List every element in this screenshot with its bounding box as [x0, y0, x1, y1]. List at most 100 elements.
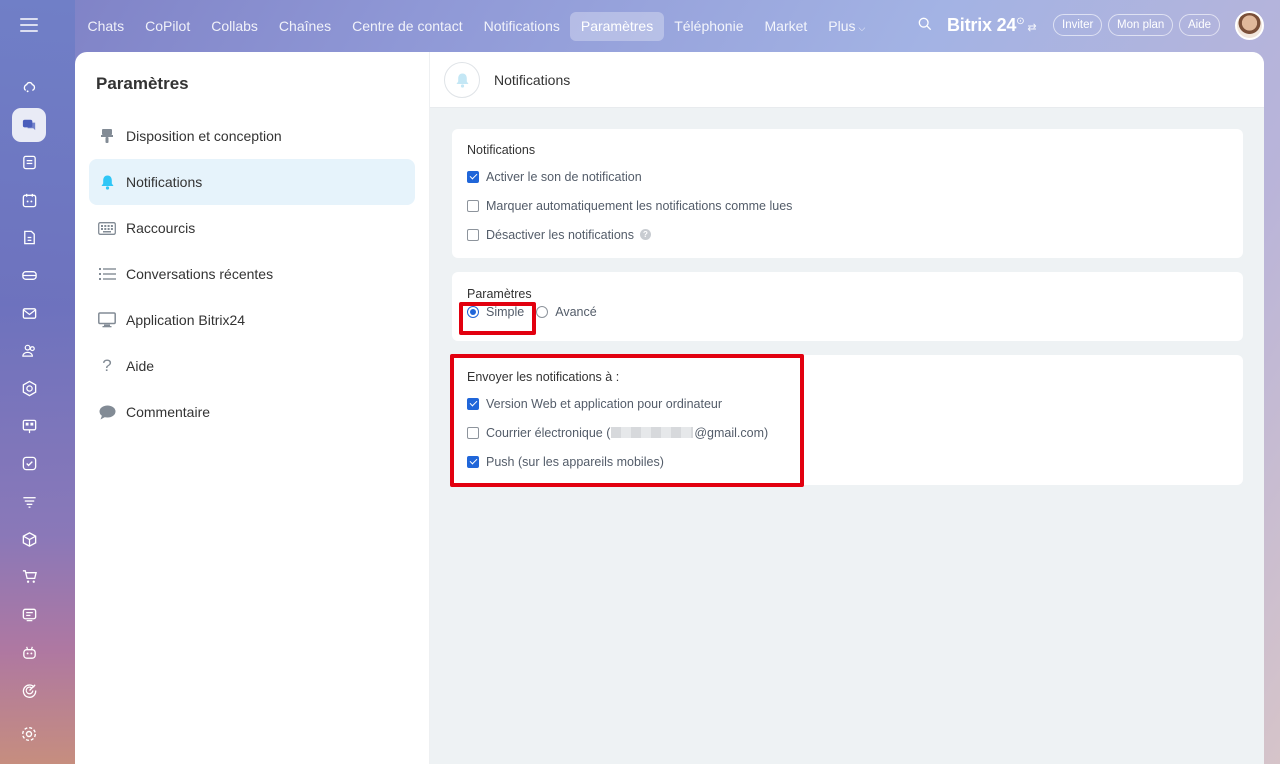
sound-option[interactable]: Activer le son de notification — [467, 162, 1243, 191]
mail-icon[interactable] — [12, 296, 46, 330]
goals-icon[interactable] — [12, 673, 46, 707]
web-label: Version Web et application pour ordinate… — [486, 396, 723, 411]
top-bar: Chats CoPilot Collabs Chaînes Centre de … — [0, 0, 1280, 52]
invite-button[interactable]: Inviter — [1053, 14, 1103, 36]
plan-button[interactable]: Mon plan — [1108, 14, 1174, 36]
nav-notifications[interactable]: Notifications — [473, 12, 570, 41]
monitor-icon — [98, 311, 116, 329]
auto-read-label: Marquer automatiquement les notification… — [486, 198, 793, 213]
main-content: Notifications Notifications Activer le s… — [430, 52, 1264, 764]
sidebar-item-app[interactable]: Application Bitrix24 — [89, 297, 415, 343]
push-checkbox[interactable] — [467, 455, 479, 468]
nav-telephony[interactable]: Téléphonie — [664, 12, 754, 41]
sidebar-item-label: Commentaire — [126, 404, 211, 420]
sidebar-item-help[interactable]: ? Aide — [89, 343, 415, 389]
contact-center-icon[interactable] — [12, 598, 46, 632]
keyboard-icon — [98, 219, 116, 237]
sidebar-item-recent-chats[interactable]: Conversations récentes — [89, 251, 415, 297]
advanced-label[interactable]: Avancé — [555, 305, 596, 319]
crm-icon[interactable] — [12, 372, 46, 406]
settings-gear-icon[interactable] — [12, 717, 46, 751]
web-checkbox[interactable] — [467, 397, 479, 410]
email-option[interactable]: Courrier électronique ( @gmail.com) — [467, 418, 1243, 447]
brush-icon — [98, 127, 116, 145]
feed-icon[interactable] — [12, 145, 46, 179]
nav-collabs[interactable]: Collabs — [201, 12, 269, 41]
nav-market[interactable]: Market — [754, 12, 818, 41]
sidebar-item-feedback[interactable]: Commentaire — [89, 389, 415, 435]
sound-checkbox[interactable] — [467, 170, 479, 183]
brand-logo[interactable]: Bitrix 24⊙⇄ — [947, 15, 1037, 36]
switch-icon[interactable]: ⇄ — [1027, 22, 1036, 34]
simple-label[interactable]: Simple — [486, 305, 524, 319]
nav-chats[interactable]: Chats — [77, 12, 135, 41]
marketing-icon[interactable] — [12, 485, 46, 519]
groups-icon[interactable] — [12, 334, 46, 368]
auto-read-checkbox[interactable] — [467, 199, 479, 212]
documents-icon[interactable] — [12, 221, 46, 255]
avatar[interactable] — [1235, 11, 1264, 40]
email-prefix: Courrier électronique ( — [486, 425, 611, 440]
push-option[interactable]: Push (sur les appareils mobiles) — [467, 447, 1243, 476]
tasks-icon[interactable] — [12, 447, 46, 481]
simple-radio[interactable] — [467, 306, 479, 318]
email-checkbox[interactable] — [467, 426, 479, 439]
nav-contact-center[interactable]: Centre de contact — [342, 12, 474, 41]
board-icon[interactable] — [12, 409, 46, 443]
help-icon[interactable]: ? — [639, 229, 651, 240]
help-button[interactable]: Aide — [1179, 14, 1221, 36]
sidebar-item-label: Raccourcis — [126, 220, 196, 236]
params-card: Paramètres Simple Avancé — [452, 272, 1243, 341]
push-label: Push (sur les appareils mobiles) — [486, 454, 664, 469]
sidebar-item-label: Notifications — [126, 174, 203, 190]
main-header: Notifications — [430, 52, 1264, 108]
nav-copilot[interactable]: CoPilot — [135, 12, 201, 41]
top-nav: Chats CoPilot Collabs Chaînes Centre de … — [77, 12, 876, 41]
brand-name: Bitrix 24 — [947, 15, 1017, 35]
question-icon: ? — [102, 356, 112, 375]
disable-label: Désactiver les notifications — [486, 227, 634, 242]
sidebar-item-label: Conversations récentes — [126, 266, 274, 282]
disable-checkbox[interactable] — [467, 228, 479, 241]
advanced-radio[interactable] — [536, 306, 549, 318]
clock-icon: ⊙ — [1016, 16, 1025, 27]
drive-icon[interactable] — [12, 258, 46, 292]
email-suffix: @gmail.com) — [694, 425, 769, 440]
mode-radio-group: Simple Avancé — [467, 301, 1243, 323]
sidebar-item-shortcuts[interactable]: Raccourcis — [89, 205, 415, 251]
bell-icon — [98, 173, 116, 191]
sidebar-item-design[interactable]: Disposition et conception — [89, 113, 415, 159]
nav-more-label: Plus — [828, 18, 856, 34]
menu-burger-icon[interactable] — [20, 18, 38, 32]
search-icon[interactable] — [918, 17, 932, 31]
chevron-down-icon: ⌵ — [858, 23, 866, 33]
nav-channels[interactable]: Chaînes — [268, 12, 341, 41]
notifications-card: Notifications Activer le son de notifica… — [452, 129, 1243, 258]
sound-label: Activer le son de notification — [486, 169, 642, 184]
comment-icon — [98, 403, 116, 421]
list-icon — [98, 265, 116, 283]
nav-settings[interactable]: Paramètres — [570, 12, 664, 41]
bell-icon — [444, 61, 480, 98]
web-option[interactable]: Version Web et application pour ordinate… — [467, 389, 1243, 418]
settings-menu: Disposition et conception Notifications … — [89, 113, 415, 435]
chat-icon[interactable] — [12, 107, 46, 142]
auto-read-option[interactable]: Marquer automatiquement les notification… — [467, 191, 1243, 220]
nav-more[interactable]: Plus ⌵ — [818, 12, 876, 41]
send-card-title: Envoyer les notifications à : — [467, 370, 620, 384]
notifications-card-title: Notifications — [467, 143, 536, 157]
bot-icon[interactable] — [12, 635, 46, 669]
cart-icon[interactable] — [12, 560, 46, 594]
sidebar-item-notifications[interactable]: Notifications — [89, 159, 415, 205]
sidebar-item-label: Application Bitrix24 — [126, 312, 246, 328]
sidebar-title: Paramètres — [96, 74, 189, 93]
sidebar-item-label: Aide — [126, 358, 155, 374]
left-rail — [12, 70, 46, 711]
page-title: Notifications — [494, 71, 571, 88]
send-card: Envoyer les notifications à : Version We… — [452, 355, 1243, 485]
sidebar-item-label: Disposition et conception — [126, 128, 282, 144]
calendar-icon[interactable] — [12, 183, 46, 217]
store-icon[interactable] — [12, 522, 46, 556]
disable-option[interactable]: Désactiver les notifications? — [467, 220, 1243, 249]
copilot-icon[interactable] — [12, 70, 46, 104]
